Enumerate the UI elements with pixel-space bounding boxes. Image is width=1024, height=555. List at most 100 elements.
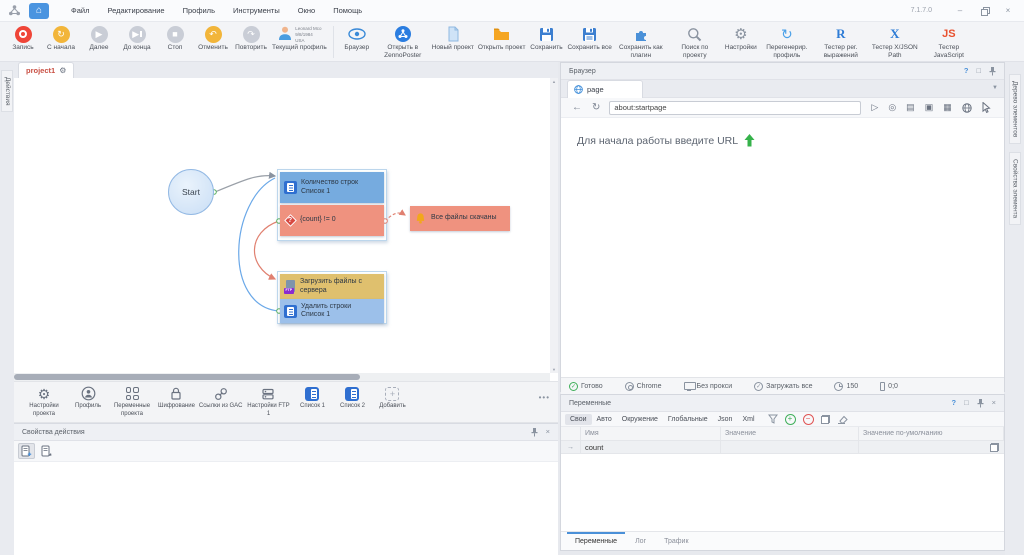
tab-own[interactable]: Свои: [565, 414, 592, 425]
close-icon[interactable]: ×: [992, 399, 996, 407]
menu-tools[interactable]: Инструменты: [225, 2, 288, 19]
add-variable-icon[interactable]: +: [785, 414, 796, 425]
close-icon[interactable]: ×: [546, 428, 550, 436]
bottom-tab-log[interactable]: Лог: [627, 532, 654, 545]
restart-button[interactable]: ↻ С начала: [42, 24, 80, 53]
flow-node-ftp-download[interactable]: FTP Загрузить файлы с сервера: [280, 274, 384, 299]
doc-view-icon[interactable]: ▤: [906, 103, 915, 112]
element-tree-dock-tab[interactable]: Дерево элементов: [1009, 74, 1021, 144]
open-in-zennoposter-button[interactable]: Открыть в ZennoPoster: [376, 24, 430, 61]
column-name[interactable]: Имя: [581, 427, 721, 440]
tab-auto[interactable]: Авто: [592, 414, 617, 425]
project-tab-gear-icon[interactable]: ⚙: [59, 67, 66, 75]
maximize-panel-icon[interactable]: □: [964, 399, 969, 407]
record-button[interactable]: Запись: [4, 24, 42, 53]
doc-add-button[interactable]: [18, 443, 35, 459]
flow-node-notification[interactable]: Все файлы скачаны: [410, 206, 510, 231]
pin-icon[interactable]: [531, 428, 538, 437]
menu-window[interactable]: Окно: [290, 2, 323, 19]
column-value[interactable]: Значение: [721, 427, 859, 440]
project-variables-button[interactable]: Переменные проекта: [108, 385, 156, 418]
canvas-vertical-scrollbar[interactable]: ▲▼: [550, 78, 558, 373]
cell-default[interactable]: [859, 441, 1004, 453]
filter-icon[interactable]: [768, 414, 778, 424]
xpath-tester-button[interactable]: X Тестер X/JSON Path: [868, 24, 922, 61]
flow-start-node[interactable]: Start: [168, 169, 214, 215]
scrollbar-thumb[interactable]: [14, 374, 360, 380]
gac-links-button[interactable]: Ссылки из GAC: [197, 385, 245, 411]
regenerate-profile-button[interactable]: ↻ Перегенерир. профиль: [760, 24, 814, 61]
flow-node-delete-rows[interactable]: Удалить строки Список 1: [280, 299, 384, 323]
close-button[interactable]: ×: [998, 4, 1018, 18]
project-search-button[interactable]: Поиск по проекту: [668, 24, 722, 61]
save-button[interactable]: Сохранить: [527, 24, 565, 53]
tab-xml[interactable]: Xml: [737, 414, 759, 425]
tab-environment[interactable]: Окружение: [617, 414, 663, 425]
browser-viewport[interactable]: Для начала работы введите URL: [561, 118, 1004, 377]
back-icon[interactable]: ←: [572, 102, 582, 113]
bottom-tab-variables[interactable]: Переменные: [567, 532, 625, 545]
menu-profile[interactable]: Профиль: [175, 2, 223, 19]
run-to-end-button[interactable]: ▶ До конца: [118, 24, 156, 53]
new-project-button[interactable]: Новый проект: [430, 24, 476, 53]
open-project-button[interactable]: Открыть проект: [476, 24, 528, 53]
address-bar[interactable]: [609, 101, 861, 115]
status-engine[interactable]: Chrome: [625, 382, 662, 391]
current-profile-button[interactable]: Leonard Mco 9/8/1984 USA Текущий профиль: [270, 24, 329, 53]
undo-button[interactable]: ↶ Отменить: [194, 24, 232, 53]
menu-file[interactable]: Файл: [63, 2, 97, 19]
menu-edit[interactable]: Редактирование: [99, 2, 172, 19]
run-icon[interactable]: ▷: [871, 103, 878, 112]
row-copy-icon[interactable]: [990, 443, 999, 452]
browser-toggle-button[interactable]: Браузер: [338, 24, 376, 53]
pin-icon[interactable]: [989, 67, 996, 76]
clear-icon[interactable]: [837, 415, 848, 424]
globe-settings-icon[interactable]: [962, 103, 972, 113]
table-row[interactable]: → count: [561, 441, 1004, 454]
js-tester-button[interactable]: JS Тестер JavaScript: [922, 24, 976, 61]
more-button[interactable]: •••: [539, 393, 550, 402]
help-icon[interactable]: ?: [951, 399, 956, 407]
menu-help[interactable]: Помощь: [325, 2, 370, 19]
flow-node-condition[interactable]: ? {count} != 0: [280, 205, 384, 236]
flow-canvas[interactable]: Start Количество строк Список 1 ? {count…: [14, 78, 550, 373]
column-default[interactable]: Значение по-умолчанию: [859, 427, 1004, 440]
project-settings-button[interactable]: ⚙ Настройки проекта: [20, 385, 68, 418]
copy-variable-icon[interactable]: [821, 415, 830, 424]
panels-icon[interactable]: ▦: [943, 103, 952, 112]
remove-variable-icon[interactable]: −: [803, 414, 814, 425]
refresh-icon[interactable]: ↻: [592, 102, 600, 113]
maximize-panel-icon[interactable]: □: [976, 67, 981, 75]
actions-dock-tab[interactable]: Действия: [1, 70, 13, 112]
step-next-button[interactable]: ▶ Далее: [80, 24, 118, 53]
doc-edit-button[interactable]: [38, 443, 55, 459]
browser-tab-page[interactable]: page: [567, 80, 643, 98]
target-icon[interactable]: ◎: [888, 103, 896, 112]
status-load-mode[interactable]: ✓Загружать все: [754, 382, 812, 391]
bottom-tab-traffic[interactable]: Трафик: [656, 532, 696, 545]
save-all-button[interactable]: Сохранить все: [565, 24, 613, 53]
minimize-button[interactable]: –: [950, 4, 970, 18]
settings-button[interactable]: ⚙ Настройки: [722, 24, 760, 53]
canvas-horizontal-scrollbar[interactable]: [14, 373, 550, 381]
stop-button[interactable]: ■ Стоп: [156, 24, 194, 53]
cursor-icon[interactable]: [982, 102, 991, 113]
maximize-button[interactable]: [974, 4, 994, 18]
save-as-plugin-button[interactable]: Сохранить как плагин: [614, 24, 668, 61]
project-tab[interactable]: project1 ⚙: [18, 62, 74, 78]
copy-view-icon[interactable]: ▣: [925, 103, 934, 112]
profile-button[interactable]: Профиль: [68, 385, 108, 411]
redo-button[interactable]: ↷ Повторить: [232, 24, 270, 53]
cell-name[interactable]: count: [581, 441, 721, 453]
encryption-button[interactable]: Шифрование: [156, 385, 197, 411]
element-properties-dock-tab[interactable]: Свойства элемента: [1009, 152, 1021, 225]
flow-node-row-count[interactable]: Количество строк Список 1: [280, 172, 384, 203]
pin-icon[interactable]: [977, 399, 984, 408]
cell-value[interactable]: [721, 441, 859, 453]
status-proxy[interactable]: Без прокси: [684, 382, 733, 390]
tab-json[interactable]: Json: [713, 414, 738, 425]
help-icon[interactable]: ?: [964, 67, 969, 75]
list2-button[interactable]: Список 2: [332, 385, 372, 411]
home-button[interactable]: ⌂: [29, 3, 49, 19]
list1-button[interactable]: Список 1: [292, 385, 332, 411]
